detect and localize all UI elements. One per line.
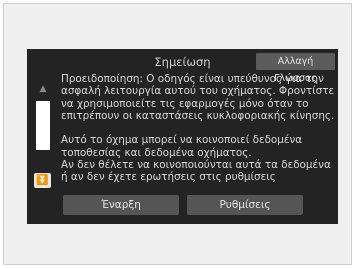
settings-button[interactable]: Ρυθμίσεις xyxy=(187,195,303,215)
warning-paragraph: Προειδοποίηση: Ο οδηγός είναι υπεύθυνος … xyxy=(61,73,334,122)
message-line: Προειδοποίηση: Ο οδηγός είναι υπεύθυνος … xyxy=(61,73,324,85)
notice-message: Προειδοποίηση: Ο οδηγός είναι υπεύθυνος … xyxy=(61,73,334,193)
message-line: τοποθεσίας και δεδομένα οχήματος. xyxy=(61,146,252,159)
page-frame: Σημείωση Αλλαγή Γλώσσας ▲ ⏬ Προειδοποίησ… xyxy=(3,3,352,265)
scroll-up-arrow-icon[interactable]: ▲ xyxy=(37,83,49,95)
scrollbar-thumb[interactable] xyxy=(36,101,50,150)
message-line: Αυτό το όχημα μπορεί να κοινοποιεί δεδομ… xyxy=(61,134,303,147)
message-line: επιτρέπουν οι καταστάσεις κυκλοφοριακής … xyxy=(61,109,334,122)
message-line: ή αν δεν έχετε ερωτήσεις στις ρυθμίσεις xyxy=(61,171,276,184)
message-line: Αν δεν θέλετε να κοινοποιούνται αυτά τα … xyxy=(61,159,331,172)
data-sharing-paragraph: Αυτό το όχημα μπορεί να κοινοποιεί δεδομ… xyxy=(61,134,334,183)
message-line: να χρησιμοποιείτε τις εφαρμογές μόνο ότα… xyxy=(61,97,309,110)
message-line: ασφαλή λειτουργία αυτού του οχήματος. Φρ… xyxy=(61,85,334,98)
start-button[interactable]: Έναρξη xyxy=(63,195,179,215)
change-language-button[interactable]: Αλλαγή Γλώσσας xyxy=(256,53,335,84)
scroll-down-arrow-icon[interactable]: ⏬ xyxy=(34,173,51,188)
notice-dialog: Σημείωση Αλλαγή Γλώσσας ▲ ⏬ Προειδοποίησ… xyxy=(27,49,338,224)
